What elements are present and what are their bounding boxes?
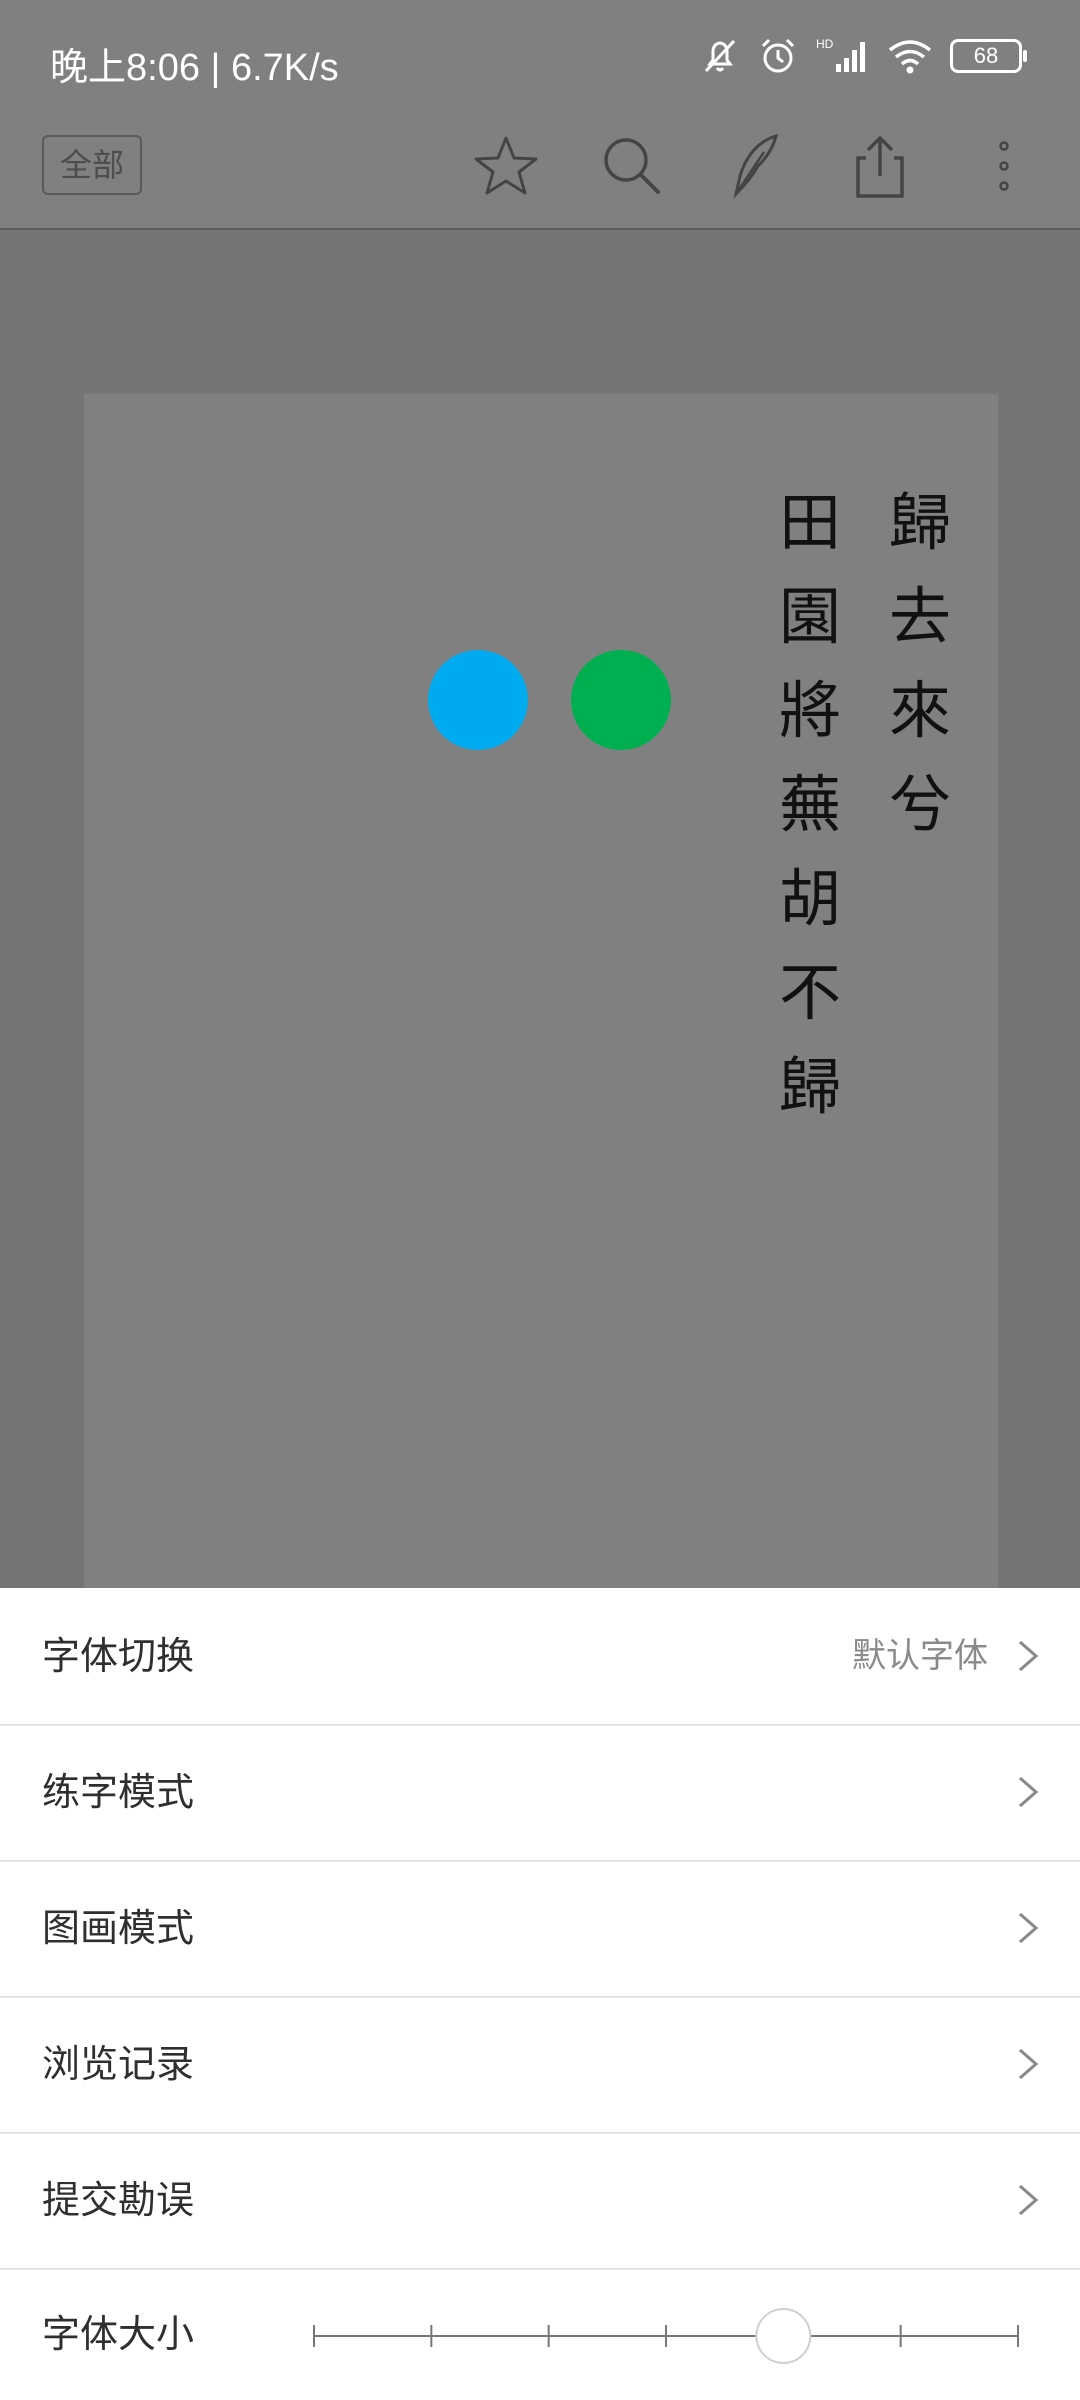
chevron-right-icon (1019, 2184, 1039, 2216)
status-time: 晚上8:06 | 6.7K/s (50, 47, 339, 89)
status-icons: HD 68 (700, 36, 1027, 76)
star-icon[interactable] (470, 130, 542, 202)
chevron-right-icon (1019, 1640, 1039, 1672)
menu-item-font-switch[interactable]: 字体切换 默认字体 (0, 1588, 1080, 1726)
search-icon[interactable] (596, 130, 668, 202)
menu-item-label: 浏览记录 (42, 2042, 195, 2086)
wifi-icon (888, 40, 932, 74)
chevron-right-icon (1019, 1912, 1039, 1944)
blue-loading-dot (428, 650, 528, 750)
poem-column-right: 歸 去 來 兮 (880, 476, 960, 852)
poem-char: 田 (778, 486, 841, 559)
poem-char: 來 (888, 674, 951, 747)
menu-item-history[interactable]: 浏览记录 (0, 1996, 1080, 2134)
green-loading-dot (571, 650, 671, 750)
alarm-icon (761, 38, 795, 73)
status-bar: 晚上8:06 | 6.7K/s HD 68 (0, 0, 1080, 120)
poem-char: 將 (778, 674, 841, 747)
font-size-row: 字体大小 (0, 2268, 1080, 2400)
menu-item-drawing-mode[interactable]: 图画模式 (0, 1860, 1080, 1998)
current-font-value: 默认字体 (852, 1636, 988, 1676)
font-size-slider[interactable] (312, 2306, 1020, 2366)
slider-thumb[interactable] (755, 2308, 812, 2364)
menu-item-submit-errata[interactable]: 提交勘误 (0, 2132, 1080, 2270)
poem-char: 胡 (778, 862, 841, 935)
chevron-right-icon (1019, 2048, 1039, 2080)
font-size-label: 字体大小 (42, 2312, 195, 2356)
mute-bell-icon (704, 39, 736, 73)
menu-item-practice-mode[interactable]: 练字模式 (0, 1724, 1080, 1862)
battery-icon: 68 (950, 39, 1027, 73)
more-vertical-icon[interactable] (968, 130, 1040, 202)
menu-item-label: 图画模式 (42, 1906, 195, 1950)
menu-item-label: 字体切换 (42, 1634, 195, 1678)
poem-char: 歸 (778, 1050, 841, 1123)
svg-text:HD: HD (816, 37, 834, 51)
hd-signal-icon: HD (816, 37, 865, 72)
poem-column-left: 田 園 將 蕪 胡 不 歸 (770, 476, 850, 1134)
share-icon[interactable] (844, 130, 916, 202)
quill-icon[interactable] (720, 130, 792, 202)
menu-item-label: 练字模式 (42, 1770, 195, 1814)
poem-char: 園 (778, 580, 841, 653)
poem-char: 不 (778, 956, 841, 1029)
poem-char: 蕪 (778, 768, 841, 841)
chevron-right-icon (1019, 1776, 1039, 1808)
poem-char: 兮 (888, 768, 951, 841)
menu-item-label: 提交勘误 (42, 2178, 195, 2222)
filter-all-button[interactable]: 全部 (42, 135, 142, 195)
poem-char: 去 (888, 580, 951, 653)
poem-char: 歸 (888, 486, 951, 559)
poem-page[interactable]: 歸 去 來 兮 田 園 將 蕪 胡 不 歸 (84, 394, 998, 1588)
